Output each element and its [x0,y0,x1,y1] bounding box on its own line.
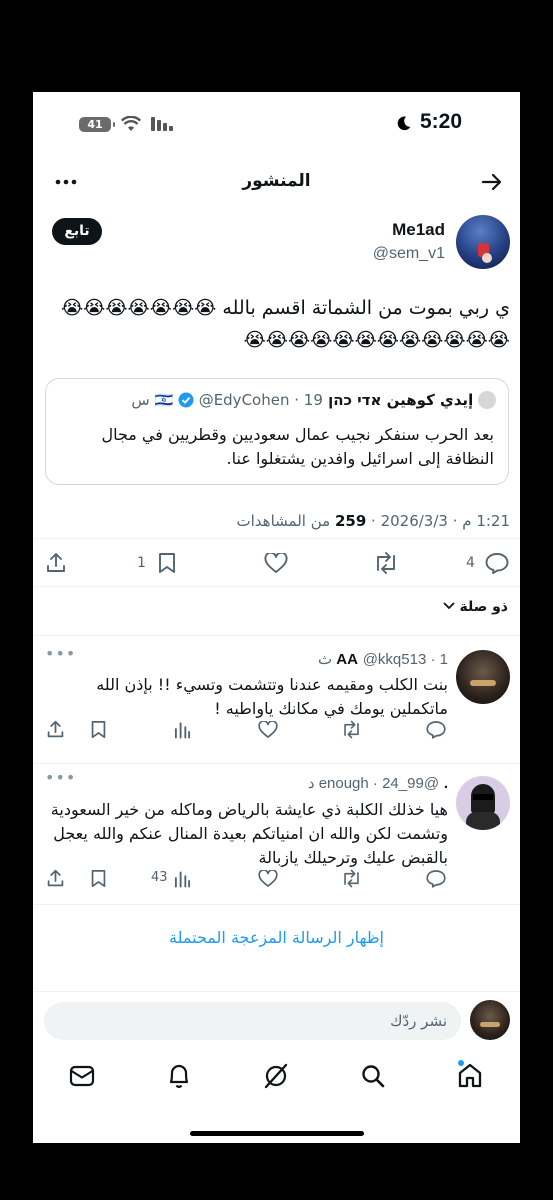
screen: 41 5:20 المنشور Me1ad @sem_v1 تابع ي ربي… [33,92,520,1143]
views-count: 43 [151,870,168,885]
post-timestamp: 1:21 م · 2026/3/3 · [366,512,510,530]
status-bar: 41 5:20 [33,92,520,152]
reply-header: AA @kkq513 · 1 ث [317,651,448,668]
divider [33,904,520,905]
bookmark-count: 1 [137,555,146,571]
like-icon[interactable] [264,553,288,574]
status-time: 5:20 [419,110,462,133]
quoted-post[interactable]: إيدي كوهين אדי כהן 🇮🇱 @EdyCohen · 19 س ب… [45,378,509,485]
reply-icon[interactable] [426,869,446,888]
quoted-header: إيدي كوهين אדי כהן 🇮🇱 @EdyCohen · 19 س [131,391,496,409]
home-icon[interactable] [457,1062,483,1089]
repost-icon[interactable] [341,869,362,888]
quoted-avatar [478,391,496,409]
quoted-author-handle: @EdyCohen [198,391,290,409]
verified-icon [178,392,194,408]
like-icon[interactable] [258,721,278,739]
reply-avatar[interactable] [456,776,510,830]
reply-icon[interactable] [485,552,509,574]
reply-icon[interactable] [426,720,446,739]
bookmark-icon[interactable] [90,869,107,888]
notifications-icon[interactable] [167,1063,191,1089]
views-label: من المشاهدات [236,512,335,530]
reply-more-icon[interactable]: ••• [45,768,76,787]
like-icon[interactable] [258,870,278,888]
share-icon[interactable] [46,869,65,888]
post-text: ي ربي بموت من الشماتة اقسم بالله 😭😭😭😭😭😭😭… [60,297,510,351]
reply-text: بنت الكلب ومقيمه عندنا وتتشمت وتسيء !! ب… [96,675,448,718]
reply-avatar[interactable] [456,650,510,704]
reply-placeholder: نشر ردّك [390,1012,447,1030]
views-count: 259 [334,512,367,530]
signal-icon [151,117,173,131]
author-avatar[interactable] [456,215,510,269]
my-avatar[interactable] [470,1000,510,1040]
author-name[interactable]: Me1ad [392,220,445,240]
home-indicator [190,1131,364,1136]
reply-author-handle: @kkq513 [362,651,427,668]
reply-count: 4 [466,555,475,571]
reply-text: هيا خذلك الكلبة ذي عايشة بالرياض وماكله … [50,800,448,867]
post-meta: 1:21 م · 2026/3/3 · 259 من المشاهدات [237,512,510,530]
bookmark-icon[interactable] [90,720,107,739]
reply-input[interactable]: نشر ردّك [44,1002,461,1040]
repost-icon[interactable] [373,552,399,574]
reply-author-name: AA [336,651,358,668]
views-icon[interactable] [174,870,191,888]
messages-icon[interactable] [69,1065,95,1087]
notification-dot [458,1060,464,1066]
battery-indicator: 41 [79,117,115,132]
follow-button[interactable]: تابع [52,218,102,245]
reply-header: . @99_enough · 24 د [307,775,448,792]
share-icon[interactable] [45,552,67,574]
author-handle[interactable]: @sem_v1 [373,245,445,263]
relevance-selector[interactable]: ذو صلة [442,599,509,615]
show-spam-link[interactable]: إظهار الرسالة المزعجة المحتملة [33,928,520,947]
repost-icon[interactable] [341,720,362,739]
divider [33,538,520,539]
chevron-down-icon [442,602,455,610]
reply-item[interactable]: . @99_enough · 24 د ••• هيا خذلك الكلبة … [33,764,520,904]
moon-icon [397,116,411,131]
bookmark-icon[interactable] [157,552,177,574]
divider [33,586,520,587]
share-icon[interactable] [46,720,65,739]
reply-more-icon[interactable]: ••• [45,644,76,663]
wifi-icon [121,116,141,131]
grok-icon[interactable] [263,1063,289,1089]
quoted-text: بعد الحرب سنفكر نجيب عمال سعوديين وقطريي… [101,425,494,468]
search-icon[interactable] [361,1064,385,1088]
back-button[interactable] [481,171,503,193]
views-icon[interactable] [174,721,191,739]
back-arrow-icon [481,173,502,191]
reply-item[interactable]: AA @kkq513 · 1 ث ••• بنت الكلب ومقيمه عن… [33,636,520,763]
relevance-label: ذو صلة [459,599,509,615]
reply-author-name: . [443,775,448,792]
page-title: المنشور [242,171,311,191]
divider [33,991,520,992]
